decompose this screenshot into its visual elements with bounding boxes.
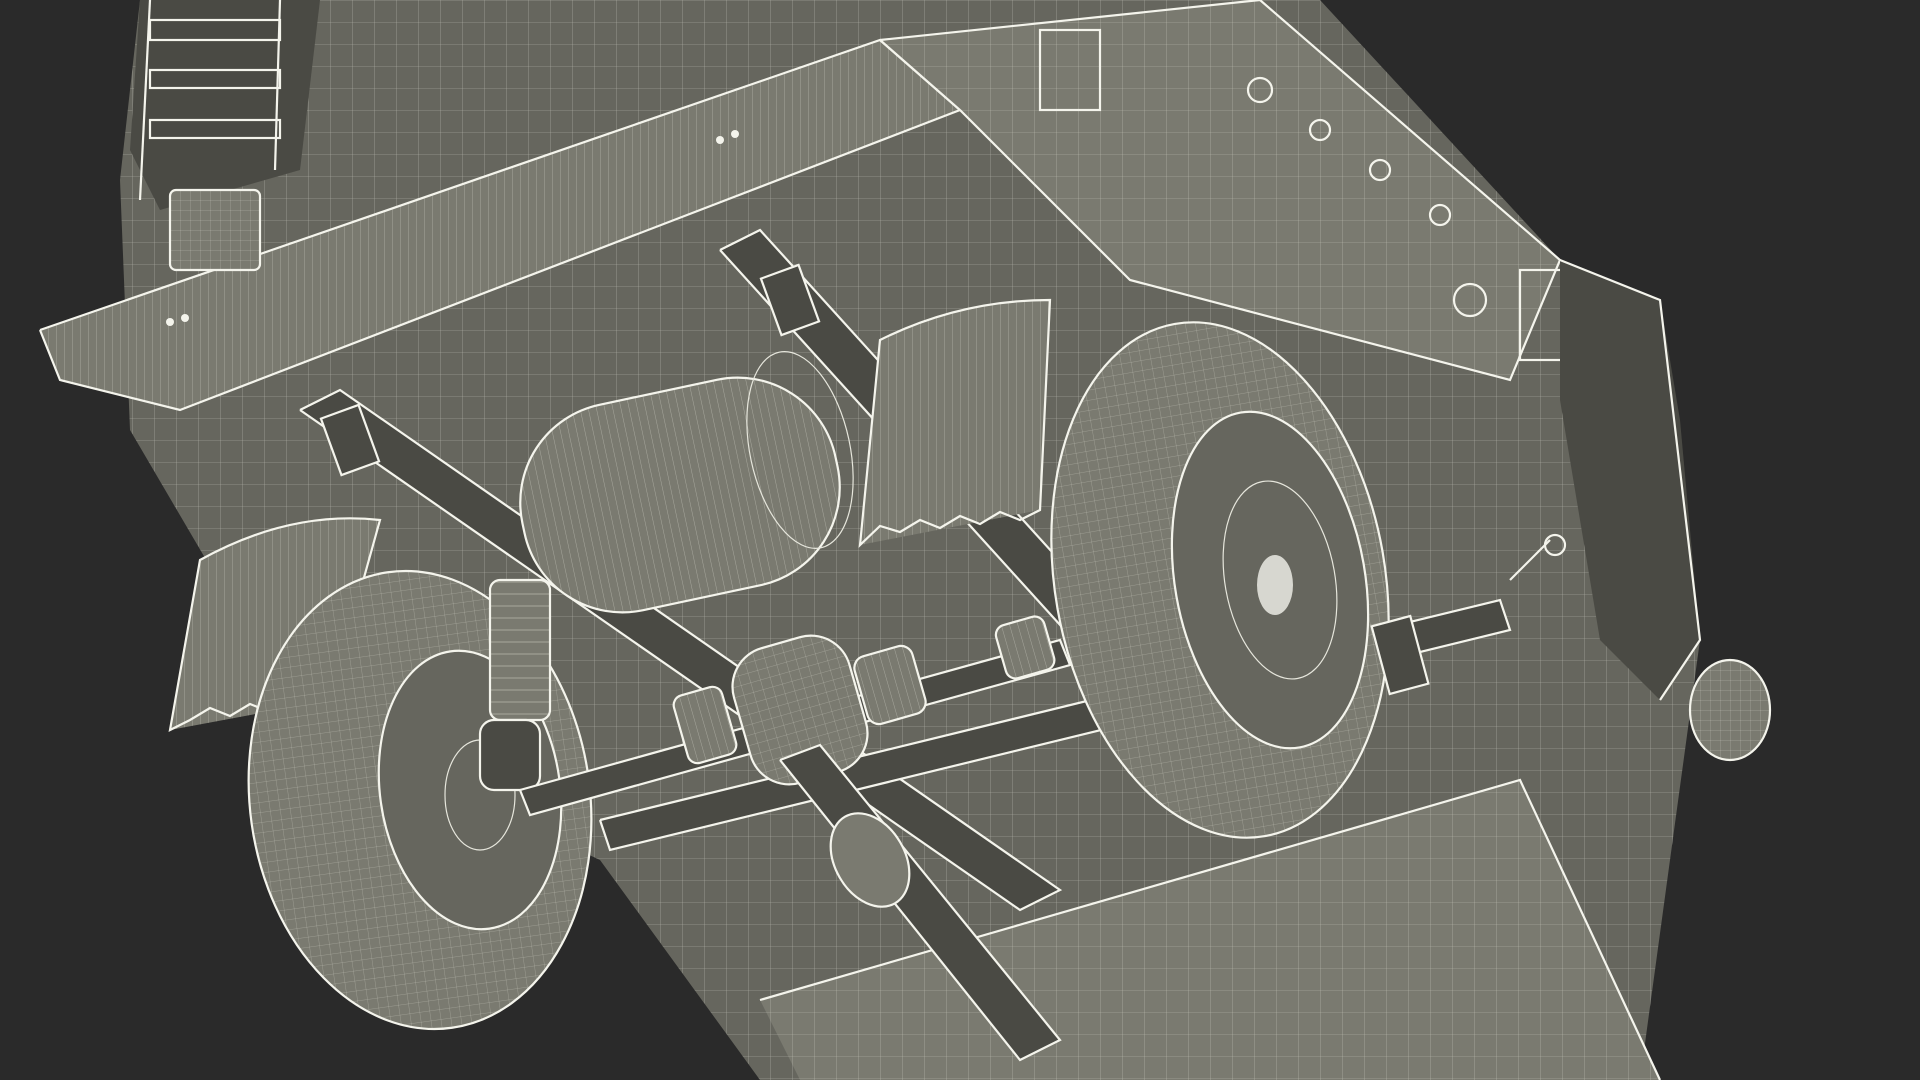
wireframe-render — [38, 0, 1772, 1080]
hub-icon — [1257, 555, 1293, 615]
step-box — [168, 188, 262, 272]
bolt-icon — [731, 130, 739, 138]
render-viewport — [0, 0, 1920, 1080]
bolt-icon — [716, 136, 724, 144]
bolt-icon — [166, 318, 174, 326]
coil-spring — [478, 578, 552, 792]
mudflap-right — [858, 298, 1052, 548]
bolt-icon — [181, 314, 189, 322]
